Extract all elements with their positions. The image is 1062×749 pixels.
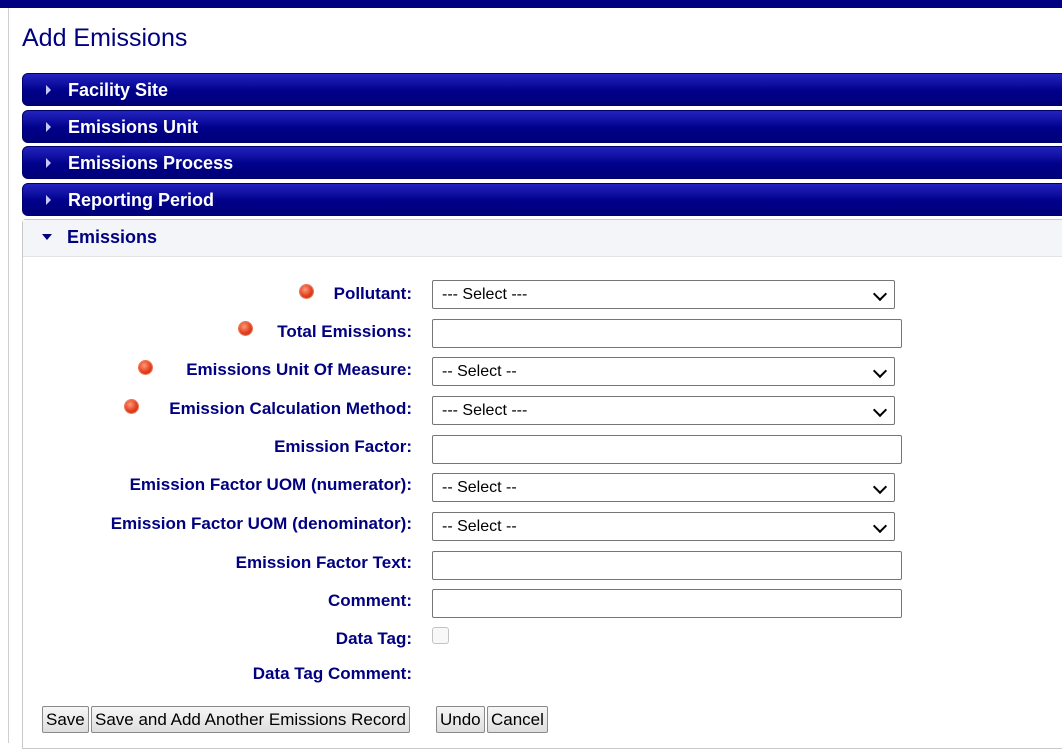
caret-right-icon bbox=[46, 195, 51, 205]
data-tag-comment-label: Data Tag Comment: bbox=[252, 664, 412, 683]
accordion-reporting-period[interactable]: Reporting Period bbox=[22, 183, 1062, 216]
ef-uom-denominator-label: Emission Factor UOM (denominator): bbox=[110, 514, 412, 533]
data-tag-checkbox[interactable] bbox=[432, 627, 449, 644]
accordion-facility-site[interactable]: Facility Site bbox=[22, 73, 1062, 106]
caret-down-icon bbox=[42, 234, 52, 240]
emissions-uom-select[interactable]: -- Select -- bbox=[432, 357, 895, 386]
required-dot-icon bbox=[139, 361, 152, 374]
pollutant-select-value: --- Select --- bbox=[442, 286, 528, 303]
emissions-uom-select-value: -- Select -- bbox=[442, 363, 517, 380]
total-emissions-label: Total Emissions: bbox=[277, 322, 412, 341]
emission-factor-label: Emission Factor: bbox=[274, 437, 412, 456]
save-add-another-button[interactable]: Save and Add Another Emissions Record bbox=[91, 706, 410, 733]
ef-uom-denominator-select-value: -- Select -- bbox=[442, 518, 517, 535]
ef-text-label: Emission Factor Text: bbox=[235, 553, 412, 572]
accordion-label: Emissions bbox=[67, 227, 158, 247]
page-title: Add Emissions bbox=[22, 24, 188, 52]
required-dot-icon bbox=[239, 322, 252, 335]
chevron-down-icon bbox=[872, 479, 888, 495]
required-dot-icon bbox=[125, 400, 138, 413]
accordion-emissions-process[interactable]: Emissions Process bbox=[22, 146, 1062, 179]
accordion-label: Emissions Unit bbox=[68, 117, 199, 137]
data-tag-label: Data Tag: bbox=[335, 629, 412, 648]
ef-text-input[interactable] bbox=[432, 551, 902, 580]
ef-uom-numerator-select[interactable]: -- Select -- bbox=[432, 473, 895, 502]
comment-label: Comment: bbox=[327, 591, 412, 610]
calc-method-select-value: --- Select --- bbox=[442, 402, 528, 419]
accordion-label: Facility Site bbox=[68, 80, 169, 100]
chevron-down-icon bbox=[872, 518, 888, 534]
top-bar bbox=[0, 0, 1062, 8]
emission-factor-input[interactable] bbox=[432, 435, 902, 464]
accordion-emissions[interactable]: Emissions bbox=[23, 220, 1062, 257]
ef-uom-numerator-label: Emission Factor UOM (numerator): bbox=[129, 475, 412, 494]
calc-method-select[interactable]: --- Select --- bbox=[432, 396, 895, 425]
emissions-uom-label: Emissions Unit Of Measure: bbox=[186, 360, 412, 379]
caret-right-icon bbox=[46, 85, 51, 95]
chevron-down-icon bbox=[872, 363, 888, 379]
calc-method-label: Emission Calculation Method: bbox=[169, 399, 412, 418]
comment-input[interactable] bbox=[432, 589, 902, 618]
chevron-down-icon bbox=[872, 402, 888, 418]
pollutant-select[interactable]: --- Select --- bbox=[432, 280, 895, 309]
accordion-label: Reporting Period bbox=[68, 190, 215, 210]
total-emissions-input[interactable] bbox=[432, 319, 902, 348]
save-button[interactable]: Save bbox=[42, 706, 89, 733]
caret-right-icon bbox=[46, 122, 51, 132]
accordion-label: Emissions Process bbox=[68, 153, 234, 173]
cancel-button[interactable]: Cancel bbox=[487, 706, 548, 733]
caret-right-icon bbox=[46, 158, 51, 168]
ef-uom-denominator-select[interactable]: -- Select -- bbox=[432, 512, 895, 541]
required-dot-icon bbox=[300, 285, 313, 298]
undo-button[interactable]: Undo bbox=[436, 706, 485, 733]
ef-uom-numerator-select-value: -- Select -- bbox=[442, 479, 517, 496]
chevron-down-icon bbox=[872, 286, 888, 302]
accordion-emissions-unit[interactable]: Emissions Unit bbox=[22, 110, 1062, 143]
pollutant-label: Pollutant: bbox=[333, 284, 412, 303]
